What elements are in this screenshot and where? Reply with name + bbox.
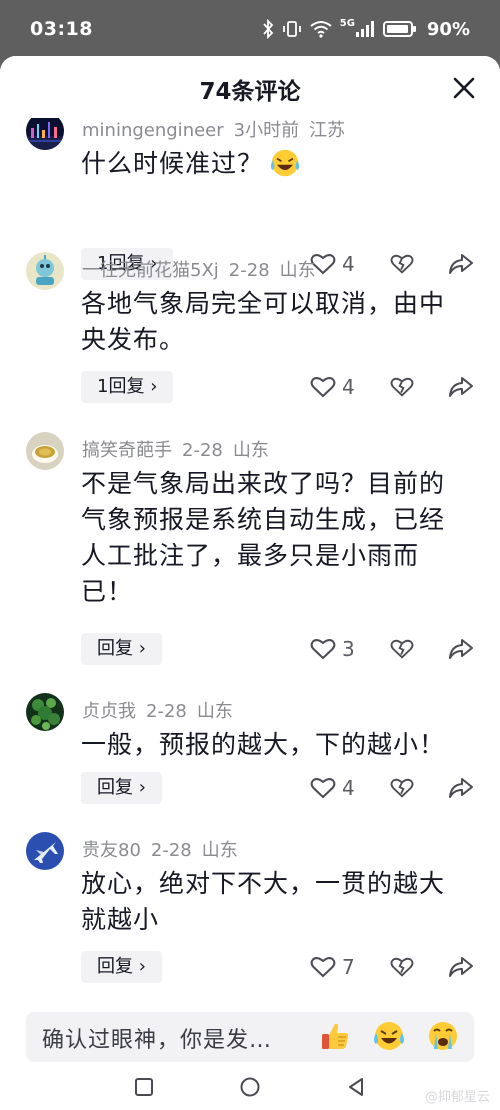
plant-avatar[interactable] bbox=[26, 693, 64, 731]
broken-heart-icon[interactable] bbox=[390, 637, 414, 661]
crying-emoji[interactable] bbox=[426, 1019, 460, 1053]
reply-button[interactable]: 回复 › bbox=[81, 951, 162, 983]
battery-icon bbox=[382, 21, 416, 37]
comment-time: 2-28 bbox=[228, 260, 270, 281]
comment-location: 山东 bbox=[201, 840, 238, 861]
bluetooth-icon bbox=[263, 19, 273, 39]
laughing-crying-emoji[interactable] bbox=[372, 1019, 406, 1053]
chevron-right-icon: › bbox=[150, 376, 158, 397]
comment-actions: 4 bbox=[310, 371, 474, 403]
watermark: @抑郁星云 bbox=[424, 1090, 490, 1105]
back-icon[interactable] bbox=[345, 1076, 367, 1098]
comment-text: 什么时候准过？ bbox=[81, 146, 466, 182]
heart-icon bbox=[310, 957, 336, 978]
laughing-crying-emoji bbox=[270, 149, 300, 177]
like-count: 4 bbox=[342, 776, 355, 800]
comment-username[interactable]: 搞笑奇葩手 bbox=[82, 440, 172, 461]
comment-text: 放心，绝对下不大，一贯的越大就越小 bbox=[81, 869, 446, 934]
battery-percent: 90% bbox=[426, 18, 470, 40]
like-count: 4 bbox=[342, 375, 355, 399]
comment-actions: 7 bbox=[310, 951, 474, 983]
status-icons: 5G 90% bbox=[262, 18, 470, 40]
comment-meta: 搞笑奇葩手 2-28 山东 bbox=[82, 436, 279, 462]
thumbs-up-emoji[interactable] bbox=[318, 1019, 352, 1053]
broken-heart-icon[interactable] bbox=[390, 776, 414, 800]
comments-sheet: miningengineer 3小时前 江苏 什么时候准过？ 1回复 › 4 一… bbox=[0, 56, 500, 1110]
comment-location: 山东 bbox=[196, 701, 233, 722]
sheet-title: 74条评论 bbox=[199, 79, 301, 105]
signal-icon bbox=[355, 21, 374, 37]
comment-text: 不是气象局出来改了吗？目前的气象预报是系统自动生成，已经人工批注了，最多只是小雨… bbox=[81, 469, 446, 606]
comment-location: 山东 bbox=[279, 260, 316, 281]
like-button[interactable]: 7 bbox=[310, 955, 364, 979]
comment-time: 2-28 bbox=[146, 701, 187, 722]
comment-meta: 贵友80 2-28 山东 bbox=[82, 836, 248, 862]
broken-heart-icon[interactable] bbox=[390, 955, 414, 979]
share-icon[interactable] bbox=[448, 776, 474, 800]
recents-icon[interactable] bbox=[133, 1076, 155, 1098]
comment-location: 江苏 bbox=[309, 120, 346, 141]
share-icon[interactable] bbox=[448, 375, 474, 399]
comment-list[interactable]: miningengineer 3小时前 江苏 什么时候准过？ 1回复 › 4 一… bbox=[0, 56, 500, 1006]
tea-cup-avatar[interactable] bbox=[26, 432, 64, 470]
comment-text: 各地气象局完全可以取消，由中央发布。 bbox=[81, 289, 446, 354]
comment-time: 2-28 bbox=[182, 440, 223, 461]
comment-text: 一般，预报的越大，下的越小！ bbox=[81, 730, 446, 759]
status-bar: 03:18 5G 90% bbox=[0, 0, 500, 56]
like-count: 4 bbox=[342, 252, 355, 276]
close-icon[interactable] bbox=[450, 74, 478, 102]
heart-icon bbox=[310, 639, 336, 660]
chevron-right-icon: › bbox=[138, 777, 146, 798]
wifi-icon bbox=[310, 21, 332, 38]
comment-actions: 3 bbox=[310, 633, 474, 665]
comment-location: 山东 bbox=[232, 440, 269, 461]
vibrate-icon bbox=[282, 21, 301, 37]
cartoon-avatar[interactable] bbox=[26, 252, 64, 290]
reply-button[interactable]: 1回复 › bbox=[81, 371, 174, 403]
share-icon[interactable] bbox=[448, 637, 474, 661]
heart-icon bbox=[310, 778, 336, 799]
jet-avatar[interactable] bbox=[26, 832, 64, 870]
status-time: 03:18 bbox=[30, 18, 93, 40]
like-button[interactable]: 4 bbox=[310, 375, 364, 399]
comment-username[interactable]: 贵友80 bbox=[82, 840, 141, 861]
broken-heart-icon[interactable] bbox=[390, 252, 414, 276]
broken-heart-icon[interactable] bbox=[390, 375, 414, 399]
comment-meta: miningengineer 3小时前 江苏 bbox=[82, 116, 355, 142]
chevron-right-icon: › bbox=[138, 956, 146, 977]
home-icon[interactable] bbox=[239, 1076, 261, 1098]
comment-username[interactable]: 一往无前花猫5Xj bbox=[82, 260, 219, 281]
like-button[interactable]: 3 bbox=[310, 637, 364, 661]
comment-time: 3小时前 bbox=[233, 120, 300, 141]
system-nav-bar: @抑郁星云 bbox=[0, 1066, 500, 1110]
comment-actions: 4 bbox=[310, 772, 474, 804]
comment-input[interactable]: 确认过眼神，你是发… bbox=[26, 1012, 474, 1062]
comment-input-placeholder: 确认过眼神，你是发… bbox=[42, 1028, 273, 1053]
share-icon[interactable] bbox=[448, 252, 474, 276]
comment-actions: 4 bbox=[310, 248, 474, 280]
reply-button[interactable]: 回复 › bbox=[81, 633, 162, 665]
reply-button[interactable]: 回复 › bbox=[81, 772, 162, 804]
like-button[interactable]: 4 bbox=[310, 776, 364, 800]
comment-username[interactable]: 贞贞我 bbox=[82, 701, 136, 722]
sheet-header: 74条评论 bbox=[0, 56, 500, 118]
comment-time: 2-28 bbox=[150, 840, 192, 861]
like-count: 7 bbox=[342, 955, 355, 979]
network-type: 5G bbox=[339, 17, 355, 29]
like-count: 3 bbox=[342, 637, 355, 661]
comment-meta: 贞贞我 2-28 山东 bbox=[82, 697, 243, 723]
share-icon[interactable] bbox=[448, 955, 474, 979]
chevron-right-icon: › bbox=[138, 638, 146, 659]
comment-username[interactable]: miningengineer bbox=[82, 120, 224, 141]
comment-meta: 一往无前花猫5Xj 2-28 山东 bbox=[82, 256, 326, 282]
heart-icon bbox=[310, 377, 336, 398]
